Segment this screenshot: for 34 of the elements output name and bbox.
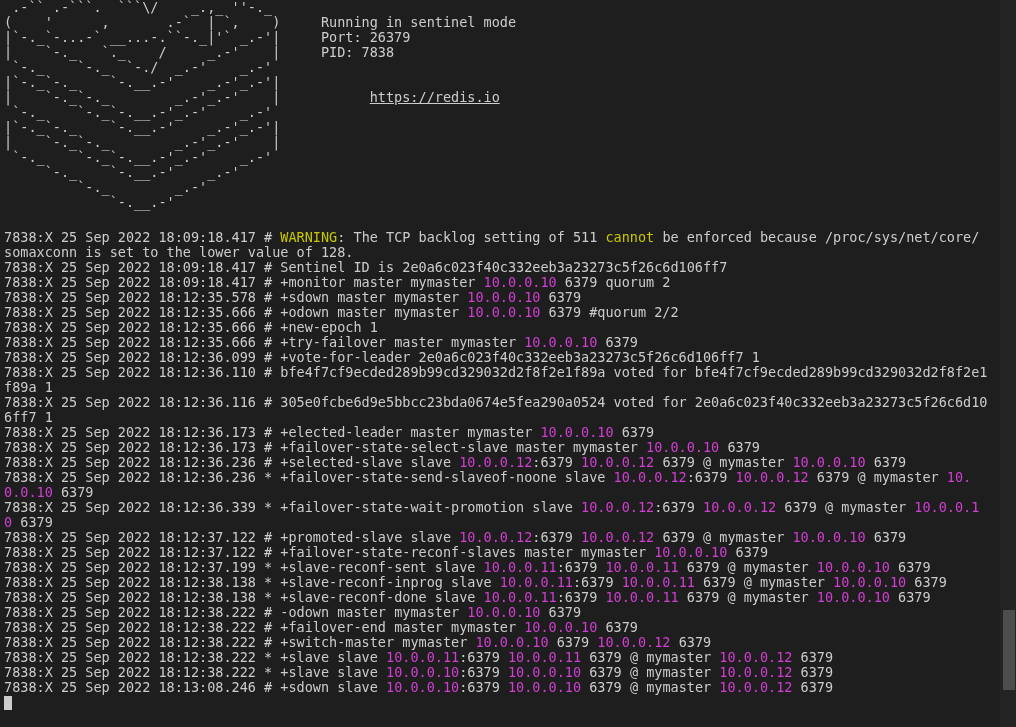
log-line: 7838:X 25 Sep 2022 18:12:36.110 # bfe4f7cf9ecded289b99cd329032d2f8f2e1f89a voted for bfe4f7cf9ecded289b99cd329032d2f8f2e1f89a 1 — [4, 365, 988, 395]
log-line: 7838:X 25 Sep 2022 18:12:36.116 # 305e0fcbe6d9e5bbcc23bda0674e5fea290a0524 voted for 2e0a6c023f40c332eeb3a23273c5f26c6d106ff7 1 — [4, 395, 988, 425]
log-line: 7838:X 25 Sep 2022 18:09:18.417 # +monitor master mymaster 10.0.0.10 6379 quorum 2 — [4, 275, 672, 290]
log-line: 7838:X 25 Sep 2022 18:12:38.222 # -odown master mymaster 10.0.0.10 6379 — [4, 605, 583, 620]
log-line: 7838:X 25 Sep 2022 18:12:36.339 * +failover-state-wait-promotion slave 10.0.0.12:6379 10.0.0.12 6379 @ mymaster 10.0.0.10 6379 — [4, 500, 981, 530]
log-line: 7838:X 25 Sep 2022 18:09:18.417 # WARNING: The TCP backlog setting of 511 cannot be enforced because /proc/sys/net/core/somaxconn is set to the lower value of 128. — [4, 230, 981, 260]
log-line: 7838:X 25 Sep 2022 18:12:37.199 * +slave-reconf-sent slave 10.0.0.11:6379 10.0.0.11 6379 @ mymaster 10.0.0.10 6379 — [4, 560, 932, 575]
website-link[interactable]: https://redis.io — [369, 90, 500, 105]
log-line: 7838:X 25 Sep 2022 18:12:36.236 # +selected-slave slave 10.0.0.12:6379 10.0.0.12 6379 @ mymaster 10.0.0.10 6379 — [4, 455, 908, 470]
log-line: 7838:X 25 Sep 2022 18:12:38.222 * +slave slave 10.0.0.11:6379 10.0.0.11 6379 @ mymaster 10.0.0.12 6379 — [4, 650, 835, 665]
server-info-text: PID: 7838 — [320, 45, 395, 60]
ascii-logo: .-`` .-```. ```\/ _.,_ ''-._ ( ' , .-` | `, ) |`-._`-...-` __...-.``-._|'` _.-'| | `-._ `._ / _.-' | `-._ `-._ `-./ _.-' _.-' |`-._`-._ `-.__.-' _.-'_.-'| | `-._`-._ _.-'_.-' | `-._ `-._`-.__.-'_.-' _.-' |`-._`-._ `-.__.-' _.-'_.-'| | `-._`-._ _.-'_.-' | `-._ `-._`-.__.-'_.-' _.-' `-._ `-.__.-' _.-' `-._ _.-' `-.__.-' — [4, 0, 282, 210]
scrollbar[interactable] — [1000, 0, 1016, 727]
text-cursor — [4, 695, 12, 710]
log-line: 7838:X 25 Sep 2022 18:12:36.173 # +elected-leader master mymaster 10.0.0.10 6379 — [4, 425, 656, 440]
log-line: 7838:X 25 Sep 2022 18:13:08.246 # +sdown slave 10.0.0.10:6379 10.0.0.10 6379 @ mymaster 10.0.0.12 6379 — [4, 680, 835, 695]
log-line: 7838:X 25 Sep 2022 18:12:37.122 # +promoted-slave slave 10.0.0.12:6379 10.0.0.12 6379 @ mymaster 10.0.0.10 6379 — [4, 530, 908, 545]
log-line: 7838:X 25 Sep 2022 18:12:38.222 # +switch-master mymaster 10.0.0.10 6379 10.0.0.12 6379 — [4, 635, 713, 650]
server-info-text: Running in sentinel mode — [320, 15, 517, 30]
log-line: 7838:X 25 Sep 2022 18:12:36.236 * +failover-state-send-slaveof-noone slave 10.0.0.12:6379 10.0.0.12 6379 @ mymaster 10.0.0.10 6379 — [4, 470, 973, 500]
log-line: 7838:X 25 Sep 2022 18:12:35.666 # +try-failover master mymaster 10.0.0.10 6379 — [4, 335, 639, 350]
log-line: 7838:X 25 Sep 2022 18:12:38.222 # +failover-end master mymaster 10.0.0.10 6379 — [4, 620, 639, 635]
server-info-text: Port: 26379 — [320, 30, 411, 45]
log-line: 7838:X 25 Sep 2022 18:12:35.666 # +new-epoch 1 — [4, 320, 379, 335]
log-line: 7838:X 25 Sep 2022 18:12:35.666 # +odown master mymaster 10.0.0.10 6379 #quorum 2/2 — [4, 305, 680, 320]
log-line: 7838:X 25 Sep 2022 18:09:18.417 # Sentinel ID is 2e0a6c023f40c332eeb3a23273c5f26c6d106ff7 — [4, 260, 729, 275]
log-line: 7838:X 25 Sep 2022 18:12:35.578 # +sdown master mymaster 10.0.0.10 6379 — [4, 290, 583, 305]
log-line: 7838:X 25 Sep 2022 18:12:36.099 # +vote-for-leader 2e0a6c023f40c332eeb3a23273c5f26c6d106ff7 1 — [4, 350, 761, 365]
log-line: 7838:X 25 Sep 2022 18:12:38.222 * +slave slave 10.0.0.10:6379 10.0.0.10 6379 @ mymaster 10.0.0.12 6379 — [4, 665, 835, 680]
log-line: 7838:X 25 Sep 2022 18:12:37.122 # +failover-state-reconf-slaves master mymaster 10.0.0.10 6379 — [4, 545, 768, 560]
log-line: 7838:X 25 Sep 2022 18:12:38.138 * +slave-reconf-inprog slave 10.0.0.11:6379 10.0.0.11 6379 @ mymaster 10.0.0.10 6379 — [4, 575, 948, 590]
scrollbar-thumb[interactable] — [1003, 610, 1015, 690]
log-line: 7838:X 25 Sep 2022 18:12:38.138 * +slave-reconf-done slave 10.0.0.11:6379 10.0.0.11 6379 @ mymaster 10.0.0.10 6379 — [4, 590, 932, 605]
log-line: 7838:X 25 Sep 2022 18:12:36.173 # +failover-state-select-slave master mymaster 10.0.0.10 6379 — [4, 440, 761, 455]
